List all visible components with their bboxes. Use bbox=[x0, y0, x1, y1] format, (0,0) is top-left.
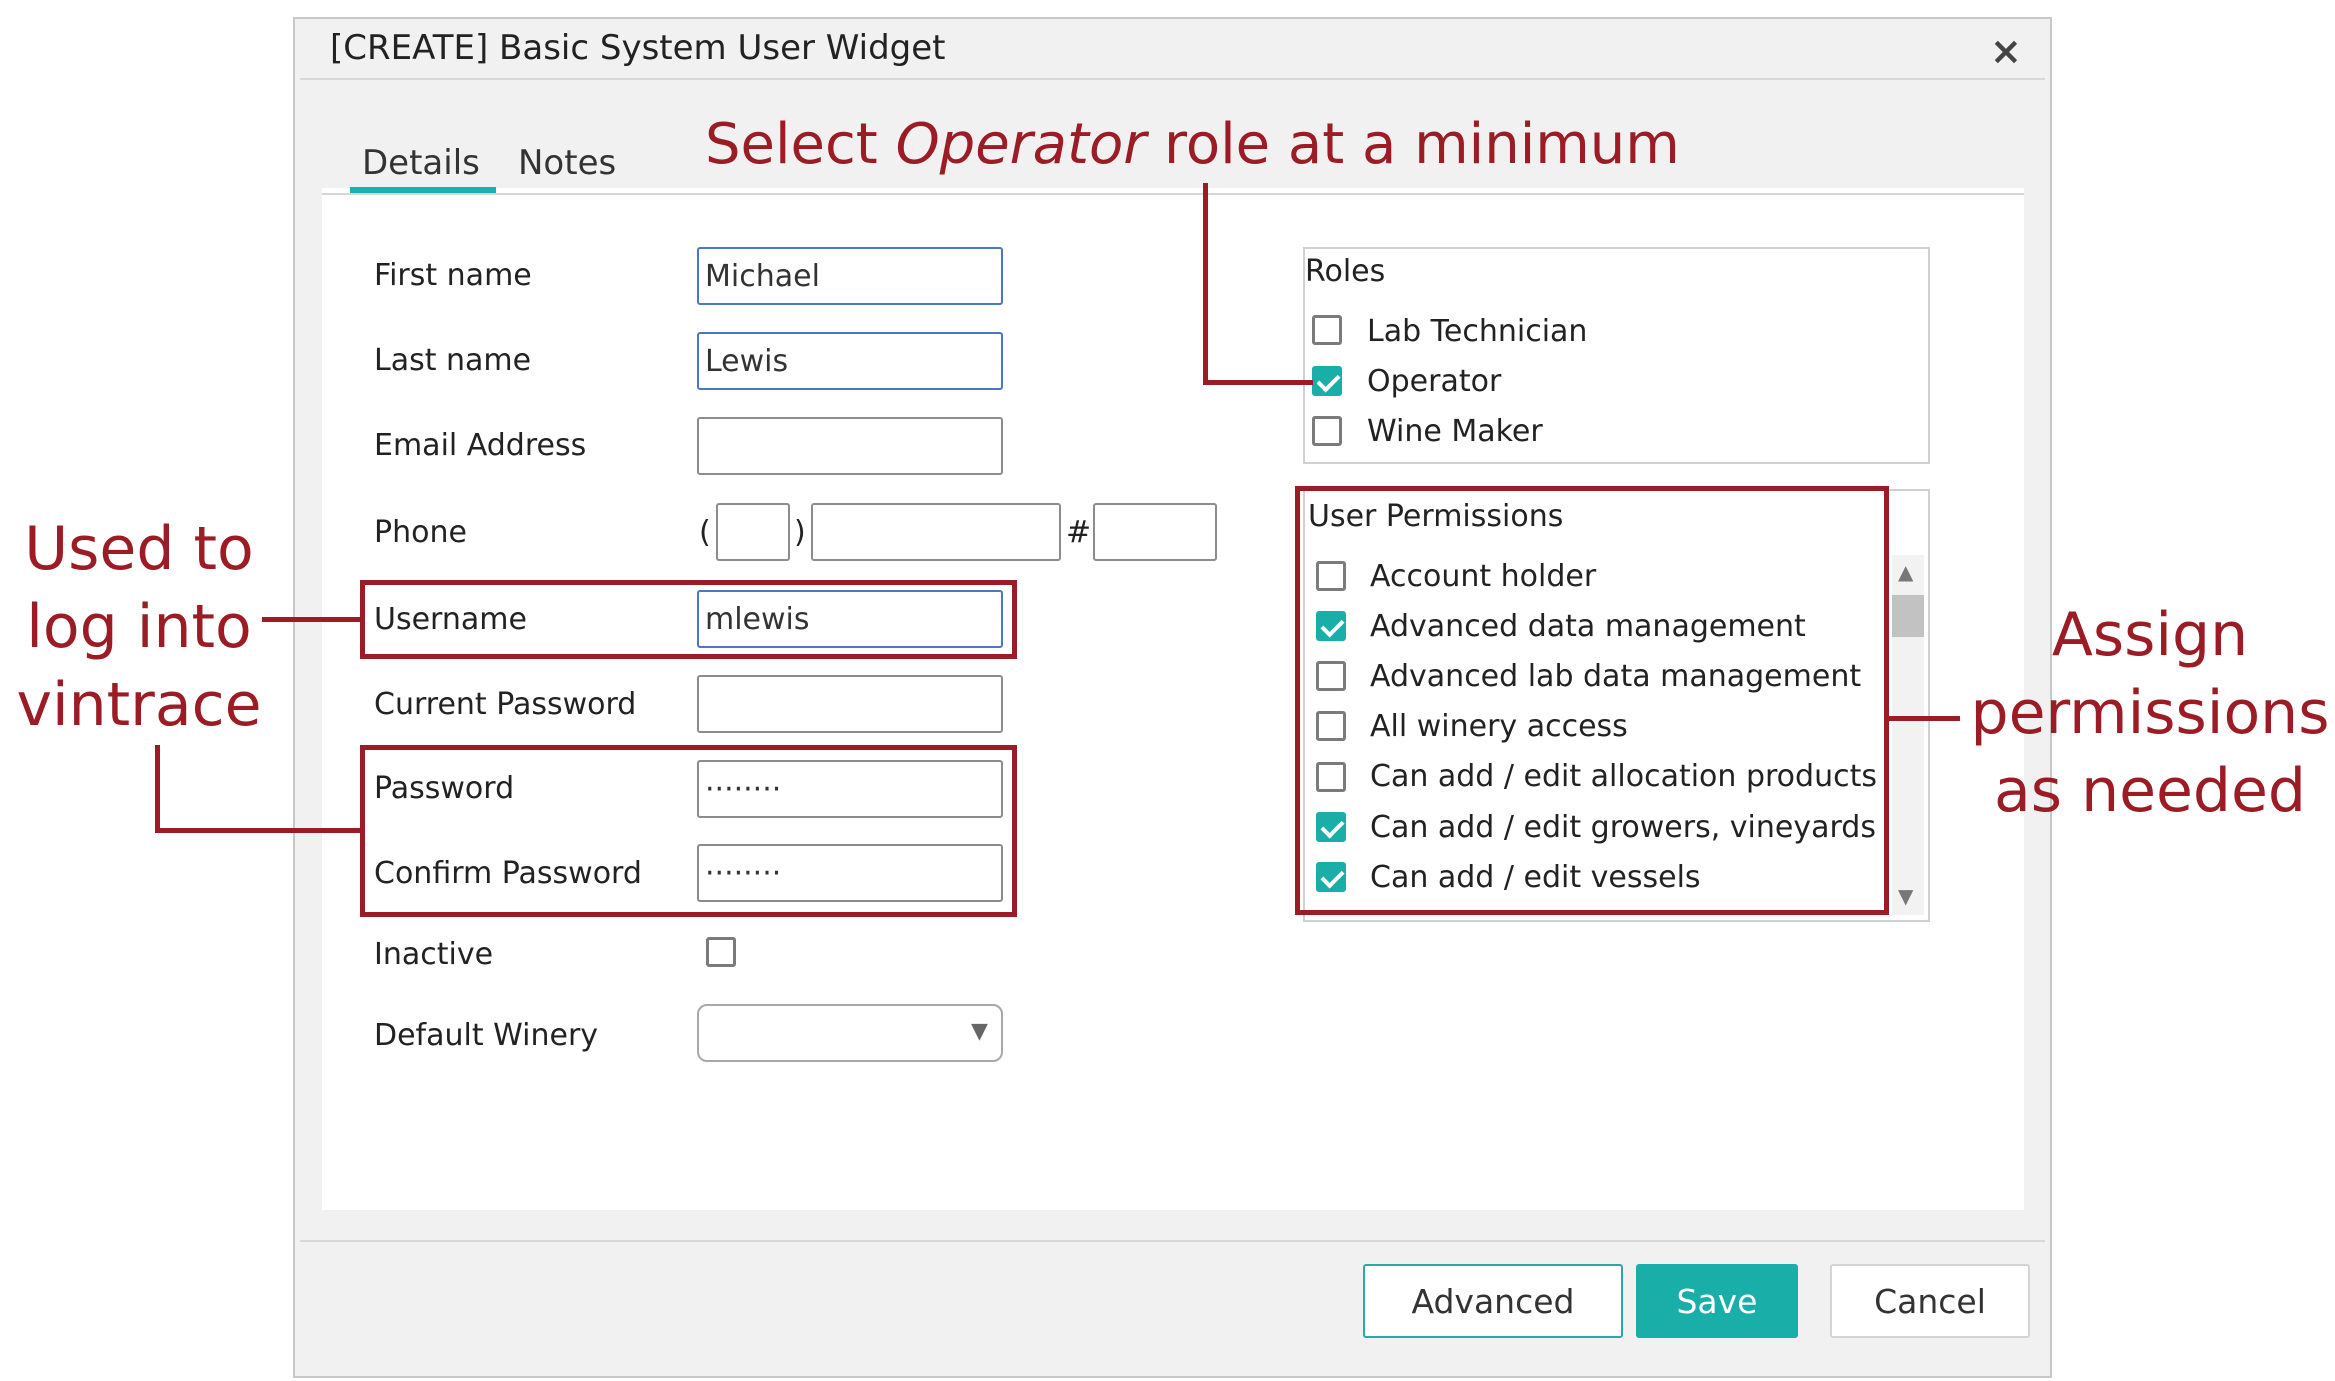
password-pointer-horizontal bbox=[155, 828, 362, 833]
cancel-button[interactable]: Cancel bbox=[1830, 1264, 2030, 1338]
phone-ext-sign: # bbox=[1066, 515, 1092, 550]
phone-number-input[interactable] bbox=[811, 503, 1061, 561]
login-annotation: Used to log into vintrace bbox=[14, 510, 264, 744]
operator-annotation-emphasis: Operator bbox=[895, 112, 1147, 177]
login-annotation-line: Used to bbox=[24, 514, 254, 584]
operator-annotation: Select Operator role at a minimum bbox=[705, 112, 1680, 177]
tab-notes[interactable]: Notes bbox=[518, 143, 616, 183]
role-lab-technician-checkbox[interactable] bbox=[1312, 315, 1342, 345]
title-divider bbox=[300, 78, 2045, 80]
permissions-highlight-box bbox=[1295, 486, 1889, 915]
close-icon[interactable]: × bbox=[1990, 32, 2022, 70]
chevron-down-icon: ▼ bbox=[971, 1019, 988, 1044]
permissions-pointer bbox=[1888, 716, 1960, 721]
last-name-label: Last name bbox=[374, 343, 532, 378]
inactive-label: Inactive bbox=[374, 937, 494, 972]
role-lab-technician-label: Lab Technician bbox=[1367, 314, 1588, 349]
username-highlight-box bbox=[360, 580, 1017, 659]
scroll-down-icon[interactable]: ▼ bbox=[1898, 884, 1913, 908]
phone-extension-input[interactable] bbox=[1093, 503, 1217, 561]
role-operator-checkbox[interactable] bbox=[1312, 366, 1342, 396]
current-password-label: Current Password bbox=[374, 687, 637, 722]
operator-pointer-vertical bbox=[1203, 183, 1208, 385]
operator-annotation-pre: Select bbox=[705, 112, 896, 177]
username-pointer bbox=[262, 617, 362, 622]
email-label: Email Address bbox=[374, 428, 587, 463]
advanced-button[interactable]: Advanced bbox=[1363, 1264, 1623, 1338]
last-name-input[interactable] bbox=[697, 332, 1003, 390]
email-input[interactable] bbox=[697, 417, 1003, 475]
password-highlight-box bbox=[360, 745, 1017, 917]
permissions-annotation-line: permissions bbox=[1970, 678, 2330, 748]
permissions-annotation-line: as needed bbox=[1993, 756, 2307, 826]
operator-annotation-post: role at a minimum bbox=[1146, 112, 1680, 177]
login-annotation-line: vintrace bbox=[16, 670, 262, 740]
operator-pointer-horizontal bbox=[1203, 380, 1313, 385]
first-name-input[interactable] bbox=[697, 247, 1003, 305]
phone-open-paren: ( bbox=[699, 515, 711, 550]
permissions-annotation: Assign permissions as needed bbox=[1965, 596, 2335, 830]
scrollbar-thumb[interactable] bbox=[1892, 595, 1924, 637]
footer-divider bbox=[300, 1240, 2045, 1242]
role-operator-label: Operator bbox=[1367, 364, 1502, 399]
phone-label: Phone bbox=[374, 515, 467, 550]
scroll-up-icon[interactable]: ▲ bbox=[1898, 560, 1913, 584]
permissions-annotation-line: Assign bbox=[2051, 600, 2249, 670]
login-annotation-line: log into bbox=[26, 592, 252, 662]
phone-close-paren: ) bbox=[794, 515, 806, 550]
role-wine-maker-label: Wine Maker bbox=[1367, 414, 1543, 449]
active-tab-indicator bbox=[350, 187, 496, 193]
role-wine-maker-checkbox[interactable] bbox=[1312, 416, 1342, 446]
save-button[interactable]: Save bbox=[1636, 1264, 1798, 1338]
dialog-title: [CREATE] Basic System User Widget bbox=[330, 28, 946, 68]
tab-details[interactable]: Details bbox=[362, 143, 480, 183]
roles-heading: Roles bbox=[1305, 254, 1386, 289]
inactive-checkbox[interactable] bbox=[706, 937, 736, 967]
first-name-label: First name bbox=[374, 258, 532, 293]
default-winery-select[interactable]: ▼ bbox=[697, 1004, 1003, 1062]
current-password-input[interactable] bbox=[697, 675, 1003, 733]
default-winery-label: Default Winery bbox=[374, 1018, 599, 1053]
tab-divider bbox=[322, 193, 2024, 195]
phone-area-code-input[interactable] bbox=[716, 503, 790, 561]
password-pointer-vertical bbox=[155, 745, 160, 832]
